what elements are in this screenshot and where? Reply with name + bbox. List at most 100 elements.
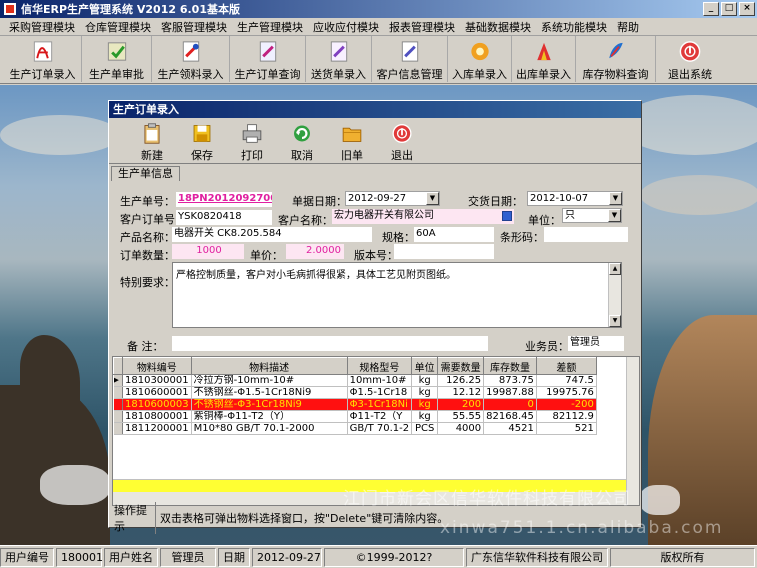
price-label: 单价： bbox=[250, 249, 283, 262]
stock-in-icon bbox=[470, 42, 489, 61]
maximize-button[interactable]: □ bbox=[721, 2, 737, 16]
scroll-down-icon[interactable]: ▼ bbox=[609, 315, 621, 327]
refresh-icon bbox=[294, 125, 310, 142]
chevron-down-icon[interactable]: ▼ bbox=[608, 209, 621, 222]
toolbar-material-button[interactable]: 生产领料录入 bbox=[152, 36, 230, 82]
app-title: 信华ERP生产管理系统 V2012 6.01基本版 bbox=[21, 3, 240, 16]
floppy-icon bbox=[193, 125, 211, 142]
doc-date-picker[interactable]: 2012-09-27 ▼ bbox=[345, 191, 440, 206]
toolbar-order-query-button[interactable]: 生产订单查询 bbox=[230, 36, 306, 82]
textarea-scrollbar[interactable]: ▲ ▼ bbox=[608, 263, 621, 327]
row-pointer-icon: ▶ bbox=[113, 374, 123, 387]
col-unit[interactable]: 单位 bbox=[411, 357, 439, 375]
toolbar-delivery-button[interactable]: 送货单录入 bbox=[306, 36, 372, 82]
new-button[interactable]: 新建 bbox=[127, 118, 177, 163]
status-copyright: ©1999-2012? bbox=[324, 547, 464, 567]
status-user-id-label: 用户编号 bbox=[0, 547, 54, 567]
inventory-icon bbox=[608, 42, 623, 59]
col-description[interactable]: 物料描述 bbox=[190, 357, 348, 375]
menu-customer-service[interactable]: 客服管理模块 bbox=[156, 19, 232, 35]
menubar: 采购管理模块 仓库管理模块 客服管理模块 生产管理模块 应收应付模块 报表管理模… bbox=[0, 18, 757, 36]
delivery-icon bbox=[330, 41, 347, 62]
product-label: 产品名称： bbox=[120, 231, 175, 244]
status-rights: 版权所有 bbox=[610, 547, 755, 567]
remark-field[interactable] bbox=[172, 336, 488, 351]
toolbar-order-entry-button[interactable]: 生产订单录入 bbox=[4, 36, 82, 82]
status-company: 广东信华软件科技有限公司 bbox=[466, 547, 608, 567]
print-button[interactable]: 打印 bbox=[227, 118, 277, 163]
tab-order-info[interactable]: 生产单信息 bbox=[111, 166, 180, 181]
app-logo-icon bbox=[4, 3, 16, 15]
version-field[interactable] bbox=[394, 244, 494, 259]
col-required-qty[interactable]: 需要数量 bbox=[437, 357, 485, 375]
spec-field[interactable]: 60A bbox=[414, 227, 494, 242]
cancel-button[interactable]: 取消 bbox=[277, 118, 327, 163]
dialog-exit-button[interactable]: 退出 bbox=[377, 118, 427, 163]
menu-help[interactable]: 帮助 bbox=[612, 19, 644, 35]
table-row-selected[interactable]: 1810600003 不锈钢丝-Φ3-1Cr18Ni9 Φ3-1Cr18Ni k… bbox=[113, 398, 597, 411]
toolbar-customer-button[interactable]: 客户信息管理 bbox=[372, 36, 448, 82]
material-table: 物料编号 物料描述 规格型号 单位 需要数量 库存数量 差额 ▶ 1810300… bbox=[113, 357, 597, 435]
menu-purchase[interactable]: 采购管理模块 bbox=[4, 19, 80, 35]
grid-vertical-scrollbar[interactable] bbox=[626, 357, 639, 505]
menu-base-data[interactable]: 基础数据模块 bbox=[460, 19, 536, 35]
main-toolbar: 生产订单录入 生产单审批 生产领料录入 生产订单查询 送货单录入 客户信息管理 … bbox=[0, 36, 757, 84]
toolbar-approve-button[interactable]: 生产单审批 bbox=[82, 36, 152, 82]
menu-system[interactable]: 系统功能模块 bbox=[536, 19, 612, 35]
doc-date-label: 单据日期： bbox=[292, 195, 347, 208]
toolbar-stock-in-button[interactable]: 入库单录入 bbox=[448, 36, 512, 82]
barcode-label: 条形码： bbox=[500, 231, 544, 244]
order-query-icon bbox=[259, 41, 276, 62]
stock-out-icon bbox=[536, 42, 551, 61]
clipboard-icon bbox=[144, 123, 160, 144]
qty-field[interactable]: 1000 bbox=[172, 244, 244, 259]
chevron-down-icon[interactable]: ▼ bbox=[426, 192, 439, 205]
hint-label: 操作提示 bbox=[112, 502, 156, 534]
menu-production[interactable]: 生产管理模块 bbox=[232, 19, 308, 35]
col-spec[interactable]: 规格型号 bbox=[346, 357, 413, 375]
status-date: 2012-09-27 bbox=[252, 547, 322, 567]
customer-name-field[interactable]: 宏力电器开关有限公司 bbox=[332, 209, 514, 224]
due-date-picker[interactable]: 2012-10-07 ▼ bbox=[527, 191, 623, 206]
menu-reports[interactable]: 报表管理模块 bbox=[384, 19, 460, 35]
close-button[interactable]: × bbox=[739, 2, 755, 16]
tab-strip: 生产单信息 bbox=[109, 164, 641, 181]
remark-label: 备 注： bbox=[127, 340, 164, 353]
product-field[interactable]: 电器开关 CK8.205.584 bbox=[172, 227, 372, 242]
scroll-up-icon[interactable]: ▲ bbox=[609, 263, 621, 275]
table-row[interactable]: 1810800001 紫铜棒-Φ11-T2（Y） Φ11-T2（Y kg 55.… bbox=[113, 410, 597, 423]
customer-order-field[interactable]: YSK0820418 bbox=[176, 210, 272, 225]
table-row[interactable]: 1810600001 不锈钢丝-Φ1.5-1Cr18Ni9 Φ1.5-1Cr18… bbox=[113, 386, 597, 399]
unit-select[interactable]: 只 ▼ bbox=[562, 208, 622, 223]
price-field[interactable]: 2.0000 bbox=[286, 244, 344, 259]
salesman-field[interactable]: 管理员 bbox=[568, 336, 624, 351]
order-no-field[interactable]: 18PN20120927002 bbox=[176, 192, 272, 207]
status-user-name-label: 用户姓名 bbox=[104, 547, 158, 567]
minimize-button[interactable]: _ bbox=[703, 2, 719, 16]
table-row[interactable]: ▶ 1810300001 冷拉方钢-10mm-10# 10mm-10# kg 1… bbox=[113, 374, 597, 387]
lookup-icon[interactable] bbox=[502, 211, 512, 221]
dialog-title: 生产订单录入 bbox=[109, 101, 641, 118]
order-no-label: 生产单号： bbox=[120, 195, 175, 208]
save-button[interactable]: 保存 bbox=[177, 118, 227, 163]
printer-icon bbox=[242, 124, 262, 143]
material-icon bbox=[182, 41, 199, 62]
toolbar-exit-button[interactable]: 退出系统 bbox=[656, 36, 724, 82]
toolbar-inventory-button[interactable]: 库存物料查询 bbox=[576, 36, 656, 82]
table-row[interactable]: 1811200001 M10*80 GB/T 70.1-2000 GB/T 70… bbox=[113, 422, 597, 435]
status-user-id: 180001 bbox=[56, 547, 103, 567]
toolbar-stock-out-button[interactable]: 出库单录入 bbox=[512, 36, 576, 82]
chevron-down-icon[interactable]: ▼ bbox=[609, 192, 622, 205]
status-date-label: 日期 bbox=[218, 547, 250, 567]
menu-receivable-payable[interactable]: 应收应付模块 bbox=[308, 19, 384, 35]
col-stock-qty[interactable]: 库存数量 bbox=[483, 357, 537, 375]
col-diff[interactable]: 差额 bbox=[535, 357, 597, 375]
menu-warehouse[interactable]: 仓库管理模块 bbox=[80, 19, 156, 35]
grid-header-row: 物料编号 物料描述 规格型号 单位 需要数量 库存数量 差额 bbox=[113, 357, 597, 375]
col-material-no[interactable]: 物料编号 bbox=[122, 357, 192, 375]
barcode-field[interactable] bbox=[544, 227, 628, 242]
exit-icon bbox=[392, 123, 412, 144]
watermark-url: xinwa751.1.cn.alibaba.com bbox=[440, 518, 724, 538]
special-requirements-textarea[interactable]: 严格控制质量，客户对小毛病抓得很紧，具体工艺见附页图纸。 ▲ ▼ bbox=[172, 262, 622, 328]
old-orders-button[interactable]: 旧单 bbox=[327, 118, 377, 163]
